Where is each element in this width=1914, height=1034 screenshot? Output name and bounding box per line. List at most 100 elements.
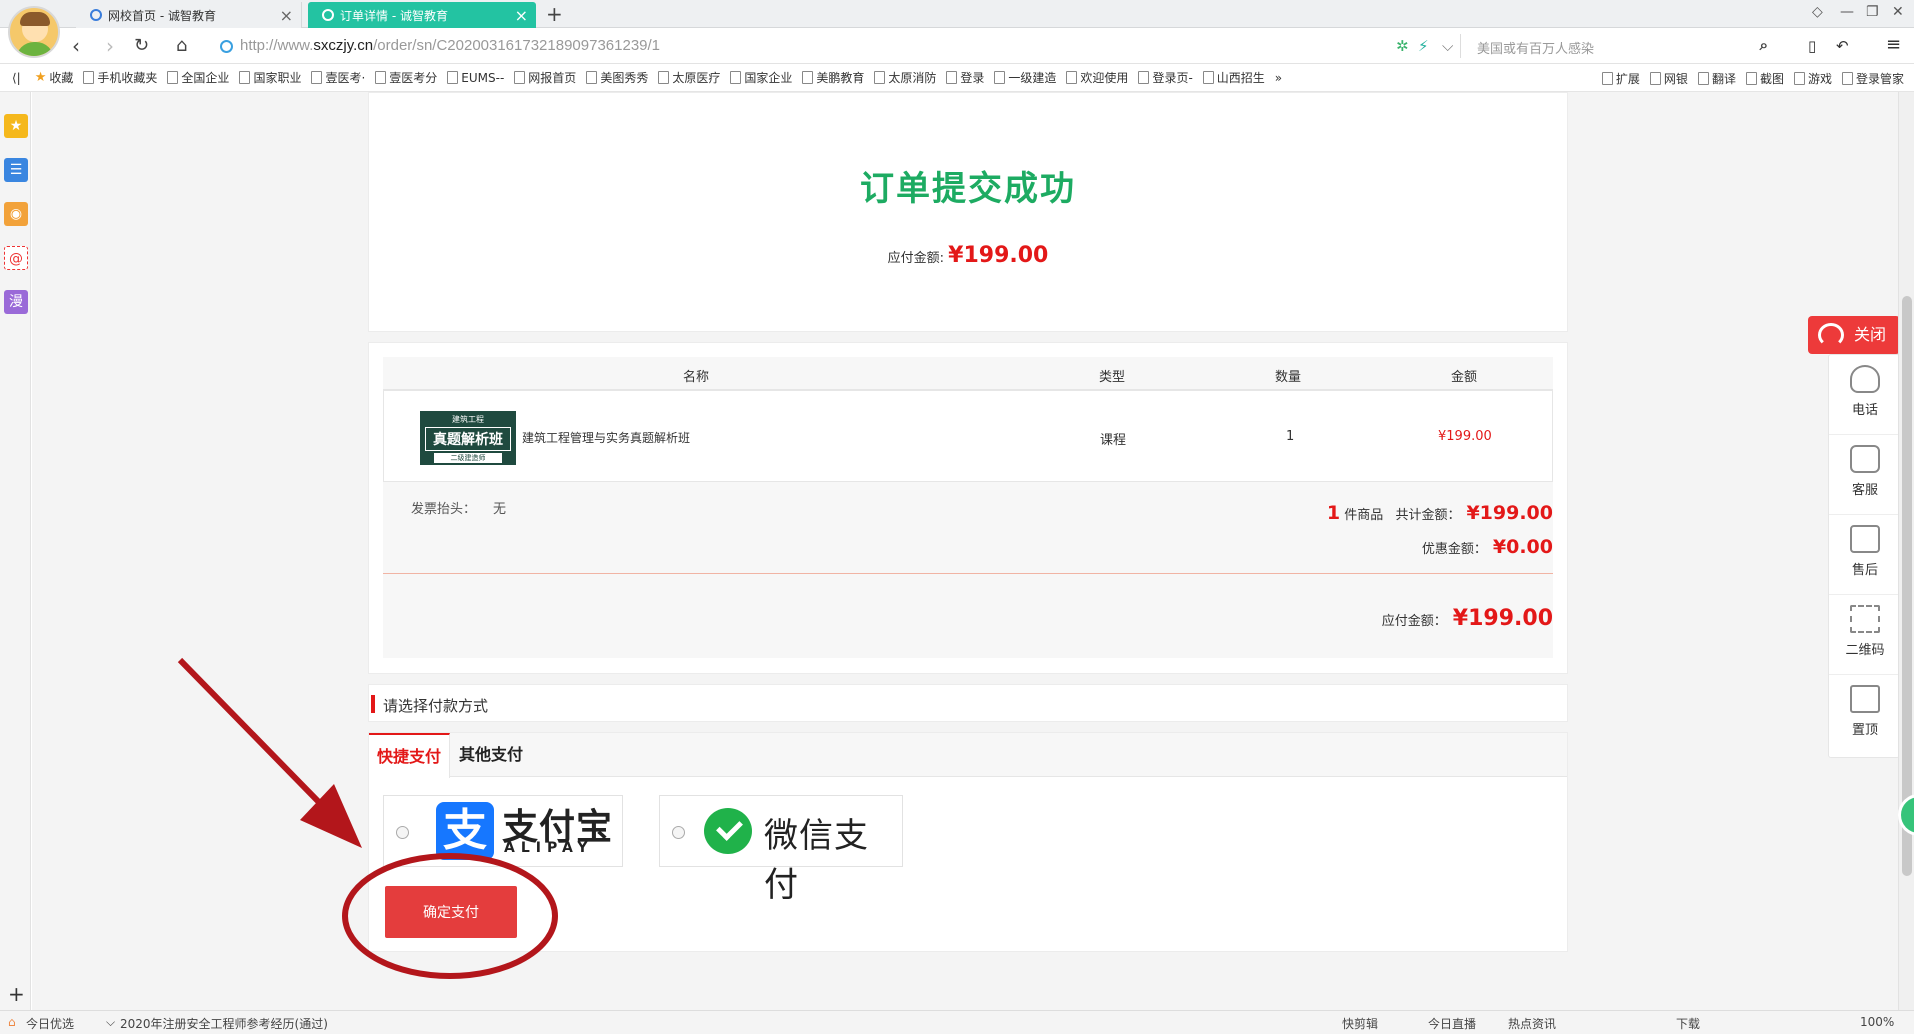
tab-quick-pay[interactable]: 快捷支付 — [369, 733, 451, 778]
payable-line: 应付金额： ¥199.00 — [1382, 606, 1553, 631]
due-amount-row: 应付金额: ¥199.00 — [369, 243, 1567, 268]
close-tab-icon[interactable]: × — [280, 6, 293, 25]
tab-other-pay[interactable]: 其他支付 — [451, 733, 531, 777]
close-tab-icon[interactable]: × — [515, 6, 528, 25]
summary-divider — [383, 573, 1553, 574]
comic-icon[interactable]: 漫 — [4, 290, 28, 314]
search-box[interactable]: 美国或有百万人感染 ⌕ — [1460, 34, 1780, 58]
status-hot-news[interactable]: 热点资讯 — [1508, 1015, 1556, 1032]
payment-panel: 快捷支付 其他支付 支 支付宝 ALIPAY 微信支付 确定支付 — [368, 732, 1568, 952]
tab-order-detail[interactable]: 订单详情 - 诚智教育 × — [308, 2, 536, 28]
mail-icon[interactable]: @ — [4, 246, 28, 270]
scrollbar-thumb[interactable] — [1902, 296, 1912, 876]
bookmark-item[interactable]: 太原消防 — [874, 69, 936, 86]
col-qty: 数量 — [1275, 370, 1302, 385]
back-arrow-icon[interactable]: ‹ — [72, 34, 80, 58]
bookmark-item[interactable]: 欢迎使用 — [1066, 69, 1128, 86]
minimize-icon[interactable]: — — [1840, 4, 1854, 20]
weibo-icon[interactable]: ◉ — [4, 202, 28, 226]
undo-icon[interactable]: ↶ — [1836, 37, 1849, 55]
bookmark-item[interactable]: ★ 收藏 — [34, 69, 73, 86]
after-sales-tool[interactable]: 售后 — [1829, 515, 1901, 595]
forward-arrow-icon[interactable]: › — [106, 34, 114, 58]
status-zoom[interactable]: 100% — [1860, 1015, 1894, 1029]
new-tab-plus-icon[interactable]: + — [546, 2, 563, 26]
add-sidebar-icon[interactable]: + — [8, 982, 25, 1006]
status-live[interactable]: 今日直播 — [1428, 1015, 1476, 1032]
course-thumbnail[interactable]: 建筑工程 真题解析班 二级建造师 — [420, 411, 516, 465]
bookmark-item[interactable]: 壹医考· — [311, 69, 365, 86]
news-icon[interactable]: ☰ — [4, 158, 28, 182]
close-window-icon[interactable]: ✕ — [1892, 4, 1904, 20]
wechat-radio[interactable] — [672, 826, 685, 839]
url-field[interactable]: http://www.sxczjy.cn/order/sn/C202003161… — [240, 37, 660, 54]
alipay-option[interactable]: 支 支付宝 ALIPAY — [383, 795, 623, 867]
toolbar-tool[interactable]: 登录管家 — [1841, 70, 1904, 87]
toolbar-tool[interactable]: 网银 — [1649, 70, 1688, 87]
order-table-header: 名称 类型 数量 金额 — [383, 357, 1553, 390]
wechat-option[interactable]: 微信支付 — [659, 795, 903, 905]
bookmark-item[interactable]: 山西招生 — [1202, 69, 1265, 86]
bookmark-item[interactable]: 太原医疗 — [658, 69, 720, 86]
reload-icon[interactable]: ↻ — [134, 35, 149, 56]
status-news-ticker[interactable]: 2020年注册安全工程师参考经历(通过) — [120, 1015, 328, 1032]
alipay-logo-icon: 支 — [436, 802, 494, 860]
lightning-icon[interactable]: ⚡ — [1418, 37, 1429, 55]
toolbar-tool[interactable]: 截图 — [1745, 70, 1784, 87]
skin-icon[interactable]: ◇ — [1812, 4, 1823, 20]
service-tool[interactable]: 客服 — [1829, 435, 1901, 515]
bookmark-item[interactable]: 登录 — [946, 69, 984, 86]
page-icon — [730, 71, 742, 84]
tab-school-home[interactable]: 网校首页 - 诚智教育 × — [76, 2, 302, 28]
status-download[interactable]: 下载 — [1676, 1015, 1700, 1032]
bookmark-item[interactable]: 国家企业 — [730, 69, 792, 86]
confirm-pay-button[interactable]: 确定支付 — [385, 886, 517, 938]
bookmark-item[interactable]: 美鹏教育 — [802, 69, 864, 86]
bookmark-item[interactable]: 国家职业 — [239, 69, 301, 86]
total-line: 1 件商品 共计金额： ¥199.00 — [1327, 502, 1553, 524]
alipay-radio[interactable] — [396, 826, 409, 839]
sidebar-toggle-icon[interactable]: ⟨| — [12, 71, 21, 85]
speed-icon[interactable]: ✲ — [1396, 37, 1409, 55]
toolbar-tool[interactable]: 游戏 — [1793, 70, 1832, 87]
search-icon[interactable]: ⌕ — [1760, 36, 1768, 54]
toolbar-tool[interactable]: 翻译 — [1697, 70, 1736, 87]
bookmark-item[interactable]: 网报首页 — [514, 69, 576, 86]
course-type: 课程 — [1100, 433, 1127, 448]
page-icon — [1138, 71, 1150, 84]
restore-icon[interactable]: ❐ — [1866, 4, 1879, 20]
bookmark-item[interactable]: 登录页- — [1138, 69, 1193, 86]
page-scrollbar[interactable] — [1898, 92, 1914, 1010]
bookmark-more[interactable]: » — [1275, 71, 1282, 85]
status-daily-pick[interactable]: 今日优选 — [26, 1015, 74, 1032]
bookmark-item[interactable]: 壹医考分 — [375, 69, 437, 86]
dropdown-chevron-icon[interactable]: ⌵ — [1442, 37, 1453, 55]
close-side-tools-button[interactable]: 关闭 — [1808, 316, 1900, 354]
page-icon — [375, 71, 387, 84]
page-icon — [514, 71, 526, 84]
total-amount: ¥199.00 — [1466, 502, 1553, 524]
page-icon — [167, 71, 179, 84]
toolbar-extensions: 扩展 网银 翻译 截图 游戏 登录管家 — [1601, 64, 1914, 91]
reader-icon[interactable]: ▯ — [1808, 37, 1816, 55]
bookmark-item[interactable]: 美图秀秀 — [586, 69, 648, 86]
qrcode-tool[interactable]: 二维码 — [1829, 595, 1901, 675]
wechat-logo-icon — [704, 808, 752, 854]
course-price: ¥199.00 — [1438, 429, 1492, 444]
user-avatar[interactable] — [8, 6, 60, 58]
back-to-top-tool[interactable]: 置顶 — [1829, 675, 1901, 755]
bookmark-item[interactable]: 手机收藏夹 — [83, 69, 157, 86]
bookmark-item[interactable]: 一级建造 — [994, 69, 1056, 86]
order-detail-panel: 名称 类型 数量 金额 建筑工程 真题解析班 二级建造师 建筑工程管理与实务真题… — [368, 342, 1568, 674]
bookmark-item[interactable]: 全国企业 — [167, 69, 229, 86]
payable-label: 应付金额： — [1381, 614, 1447, 629]
favorites-star-icon[interactable]: ★ — [4, 114, 28, 138]
col-name: 名称 — [683, 370, 710, 385]
toolbar-tool[interactable]: 扩展 — [1601, 70, 1640, 87]
menu-icon[interactable]: ≡ — [1886, 34, 1901, 55]
home-icon[interactable]: ⌂ — [176, 35, 187, 56]
bookmark-item[interactable]: EUMS-- — [447, 71, 504, 85]
status-quick-edit[interactable]: 快剪辑 — [1342, 1015, 1378, 1032]
phone-tool[interactable]: 电话 — [1829, 355, 1901, 435]
course-name[interactable]: 建筑工程管理与实务真题解析班 — [522, 429, 690, 446]
